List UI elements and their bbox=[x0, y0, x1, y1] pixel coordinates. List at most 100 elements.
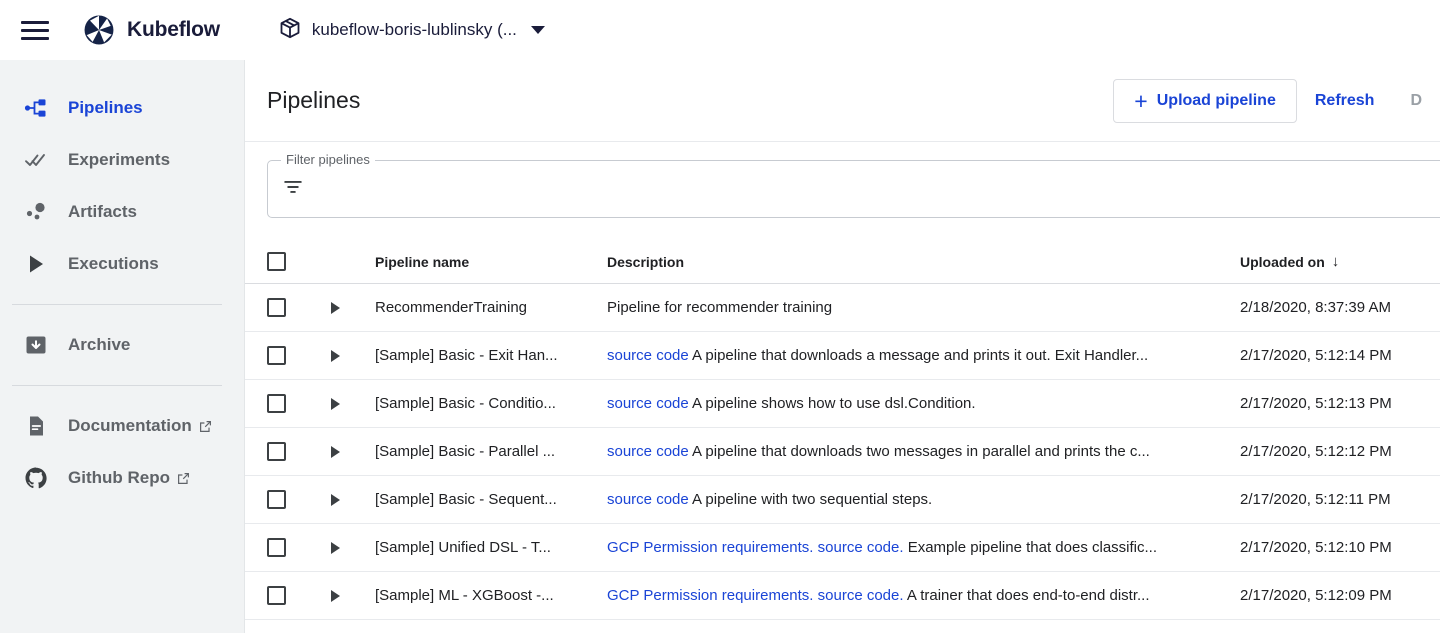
pipeline-description-cell: GCP Permission requirements. source code… bbox=[607, 587, 1240, 604]
row-checkbox[interactable] bbox=[267, 490, 286, 509]
package-icon bbox=[278, 16, 302, 45]
table-row[interactable]: [Sample] ML - XGBoost -... GCP Permission… bbox=[245, 572, 1440, 620]
refresh-button[interactable]: Refresh bbox=[1297, 92, 1393, 110]
row-select-cell bbox=[267, 298, 331, 317]
pipeline-name-link[interactable]: [Sample] Unified DSL - T... bbox=[375, 539, 607, 556]
expand-triangle-icon[interactable] bbox=[331, 397, 340, 410]
sidebar-item-experiments[interactable]: Experiments bbox=[0, 134, 244, 186]
filter-icon bbox=[282, 176, 304, 203]
archive-icon bbox=[18, 333, 54, 357]
row-checkbox[interactable] bbox=[267, 394, 286, 413]
description-link[interactable]: source code. bbox=[818, 539, 904, 556]
row-checkbox[interactable] bbox=[267, 442, 286, 461]
sidebar-item-label: Github Repo bbox=[68, 468, 170, 487]
sidebar-item-documentation[interactable]: Documentation bbox=[0, 400, 244, 452]
expand-triangle-icon[interactable] bbox=[331, 301, 340, 314]
experiments-icon bbox=[18, 148, 54, 172]
row-select-cell bbox=[267, 538, 331, 557]
expand-triangle-icon[interactable] bbox=[331, 541, 340, 554]
sidebar-divider bbox=[12, 385, 222, 386]
description-link[interactable]: GCP Permission requirements. bbox=[607, 539, 813, 556]
hamburger-bar bbox=[21, 36, 49, 40]
brand-name: Kubeflow bbox=[127, 18, 220, 41]
sidebar-item-label: Executions bbox=[68, 254, 159, 273]
chevron-down-icon[interactable] bbox=[530, 26, 545, 34]
table-row[interactable]: [Sample] Unified DSL - T... GCP Permissio… bbox=[245, 524, 1440, 572]
plus-icon: + bbox=[1134, 87, 1148, 114]
sidebar-item-archive[interactable]: Archive bbox=[0, 319, 244, 371]
table-row[interactable]: [Sample] Basic - Parallel ... source code… bbox=[245, 428, 1440, 476]
uploaded-on-cell: 2/17/2020, 5:12:10 PM bbox=[1240, 539, 1392, 556]
external-link-icon bbox=[177, 472, 190, 485]
arrow-down-icon: ↓ bbox=[1331, 253, 1340, 270]
hamburger-bar bbox=[21, 28, 49, 32]
sidebar-item-executions[interactable]: Executions bbox=[0, 238, 244, 290]
brand-logo-link[interactable]: Kubeflow bbox=[82, 13, 220, 47]
pipeline-name-link[interactable]: [Sample] Basic - Exit Han... bbox=[375, 347, 607, 364]
row-expand-cell bbox=[331, 349, 375, 362]
table-body: RecommenderTraining Pipeline for recommen… bbox=[245, 284, 1440, 620]
row-checkbox[interactable] bbox=[267, 298, 286, 317]
sidebar-item-label: Pipelines bbox=[68, 98, 143, 117]
row-select-cell bbox=[267, 442, 331, 461]
document-icon bbox=[18, 414, 54, 438]
row-checkbox[interactable] bbox=[267, 586, 286, 605]
select-all-checkbox[interactable] bbox=[267, 252, 286, 271]
column-header-pipeline-name[interactable]: Pipeline name bbox=[375, 254, 607, 270]
row-expand-cell bbox=[331, 301, 375, 314]
hamburger-icon[interactable] bbox=[18, 13, 52, 47]
top-bar: Kubeflow kubeflow-boris-lublinsky (... bbox=[0, 0, 1440, 60]
pipelines-table: Pipeline name Description Uploaded on ↓ … bbox=[245, 240, 1440, 620]
row-checkbox[interactable] bbox=[267, 538, 286, 557]
table-row[interactable]: RecommenderTraining Pipeline for recommen… bbox=[245, 284, 1440, 332]
delete-button[interactable]: D bbox=[1392, 92, 1440, 110]
description-link[interactable]: source code bbox=[607, 347, 689, 364]
pipeline-description-cell: source code A pipeline that downloads tw… bbox=[607, 443, 1240, 460]
column-header-uploaded-on[interactable]: Uploaded on ↓ bbox=[1240, 254, 1440, 270]
hamburger-bar bbox=[21, 20, 49, 24]
expand-triangle-icon[interactable] bbox=[331, 493, 340, 506]
executions-icon bbox=[18, 252, 54, 276]
table-row[interactable]: [Sample] Basic - Exit Han... source code … bbox=[245, 332, 1440, 380]
pipeline-name-link[interactable]: RecommenderTraining bbox=[375, 299, 607, 316]
description-link[interactable]: source code bbox=[607, 395, 689, 412]
header-actions: + Upload pipeline Refresh D bbox=[1113, 60, 1440, 142]
pipeline-name-link[interactable]: [Sample] ML - XGBoost -... bbox=[375, 587, 607, 604]
description-link[interactable]: source code bbox=[607, 443, 689, 460]
row-select-cell bbox=[267, 346, 331, 365]
description-link[interactable]: source code bbox=[607, 491, 689, 508]
pipeline-name-link[interactable]: [Sample] Basic - Sequent... bbox=[375, 491, 607, 508]
table-header-row: Pipeline name Description Uploaded on ↓ bbox=[245, 240, 1440, 284]
description-link[interactable]: GCP Permission requirements. bbox=[607, 587, 813, 604]
row-select-cell bbox=[267, 490, 331, 509]
uploaded-on-cell: 2/17/2020, 5:12:12 PM bbox=[1240, 443, 1392, 460]
column-header-description[interactable]: Description bbox=[607, 254, 1240, 270]
row-select-cell bbox=[267, 586, 331, 605]
description-text: A trainer that does end-to-end distr... bbox=[903, 587, 1150, 604]
row-checkbox[interactable] bbox=[267, 346, 286, 365]
expand-triangle-icon[interactable] bbox=[331, 349, 340, 362]
column-label: Description bbox=[607, 253, 685, 270]
uploaded-on-cell: 2/17/2020, 5:12:09 PM bbox=[1240, 587, 1392, 604]
table-row[interactable]: [Sample] Basic - Sequent... source code A… bbox=[245, 476, 1440, 524]
pipeline-description-cell: source code A pipeline with two sequenti… bbox=[607, 491, 1240, 508]
select-all-cell bbox=[267, 252, 331, 271]
expand-triangle-icon[interactable] bbox=[331, 589, 340, 602]
table-row[interactable]: [Sample] Basic - Conditio... source code … bbox=[245, 380, 1440, 428]
filter-pipelines-field[interactable]: Filter pipelines bbox=[267, 152, 1440, 218]
description-link[interactable]: source code. bbox=[818, 587, 904, 604]
pipeline-name-link[interactable]: [Sample] Basic - Conditio... bbox=[375, 395, 607, 412]
column-label: Uploaded on bbox=[1240, 253, 1325, 270]
pipeline-name-link[interactable]: [Sample] Basic - Parallel ... bbox=[375, 443, 607, 460]
sidebar-item-artifacts[interactable]: Artifacts bbox=[0, 186, 244, 238]
namespace-selector[interactable]: kubeflow-boris-lublinsky (... bbox=[278, 16, 545, 45]
sidebar-item-pipelines[interactable]: Pipelines bbox=[0, 82, 244, 134]
upload-pipeline-button[interactable]: + Upload pipeline bbox=[1113, 79, 1297, 123]
filter-input[interactable] bbox=[304, 161, 1440, 217]
expand-triangle-icon[interactable] bbox=[331, 445, 340, 458]
pipelines-icon bbox=[18, 96, 54, 120]
sidebar-item-github-repo[interactable]: Github Repo bbox=[0, 452, 244, 504]
pipeline-description-cell: source code A pipeline that downloads a … bbox=[607, 347, 1240, 364]
row-expand-cell bbox=[331, 493, 375, 506]
pipeline-description-cell: Pipeline for recommender training bbox=[607, 299, 1240, 316]
